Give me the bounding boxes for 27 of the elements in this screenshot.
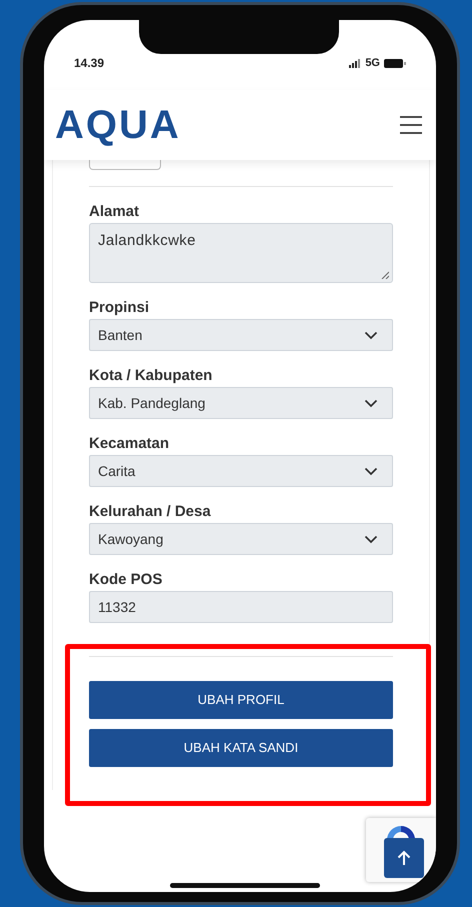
battery-icon	[384, 58, 406, 68]
select-field[interactable]: Kab. Pandeglang	[89, 387, 393, 419]
network-label: 5G	[365, 56, 380, 71]
select-field[interactable]: Banten	[89, 319, 393, 351]
field-label: Kota / Kabupaten	[89, 368, 212, 384]
field-label: Kode POS	[89, 572, 162, 588]
menu-icon[interactable]	[400, 116, 422, 134]
field-label: Alamat	[89, 204, 140, 220]
arrow-up-icon	[397, 850, 411, 866]
input-field[interactable]: 11332	[89, 591, 393, 623]
signal-icon	[349, 58, 362, 68]
scroll-top-button[interactable]	[384, 838, 424, 878]
submit-button[interactable]: UBAH KATA SANDI	[89, 729, 393, 767]
chevron-down-icon	[364, 398, 378, 408]
resize-handle-icon[interactable]	[381, 271, 389, 279]
field-label: Propinsi	[89, 300, 150, 316]
submit-button[interactable]: UBAH PROFIL	[89, 681, 393, 719]
chevron-down-icon	[364, 534, 378, 544]
chevron-down-icon	[364, 466, 378, 476]
select-field[interactable]: Kawoyang	[89, 523, 393, 555]
address-field[interactable]: Jalandkkcwke	[89, 223, 393, 283]
logo[interactable]: AQUA	[55, 105, 181, 145]
field-label: Kelurahan / Desa	[89, 504, 211, 520]
status-time: 14.39	[74, 55, 104, 72]
chevron-down-icon	[364, 330, 378, 340]
field-label: Kecamatan	[89, 436, 170, 452]
select-field[interactable]: Carita	[89, 455, 393, 487]
